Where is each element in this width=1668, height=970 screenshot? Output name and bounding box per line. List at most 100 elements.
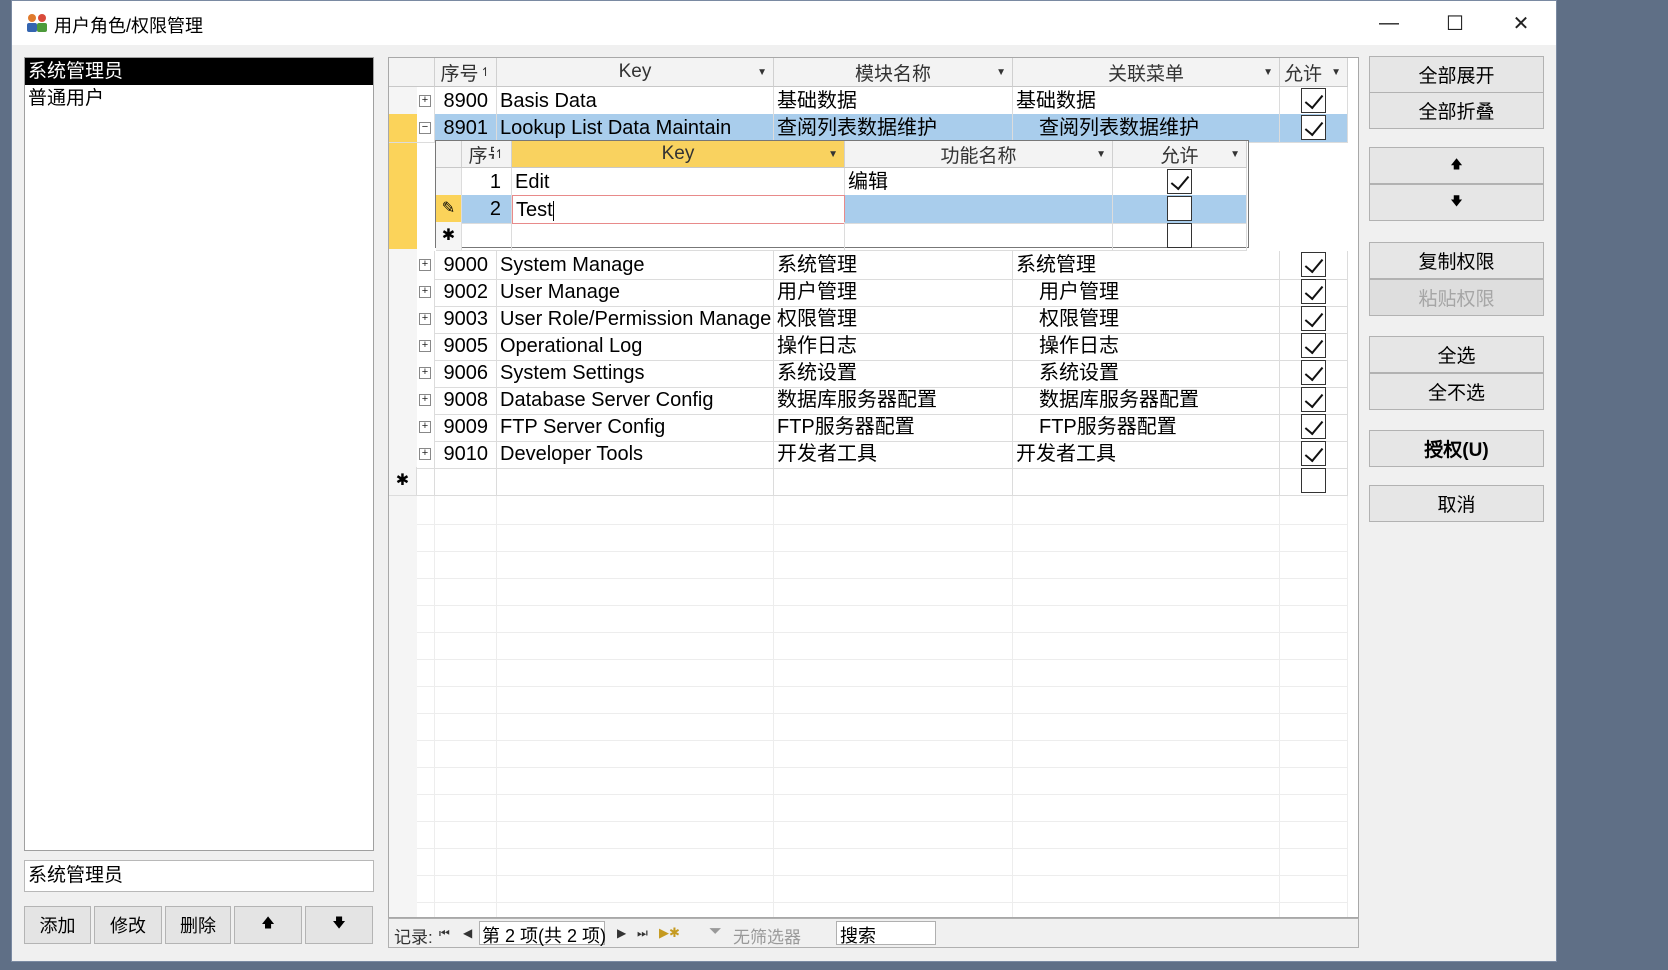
cell-key[interactable]: Lookup List Data Maintain — [497, 114, 774, 143]
cell-seq[interactable]: 9009 — [435, 413, 497, 442]
cell-seq[interactable]: 9006 — [435, 359, 497, 388]
row-selector[interactable] — [389, 114, 417, 143]
sub-cell-seq[interactable]: 1 — [462, 168, 512, 197]
cell-module[interactable]: 系统设置 — [774, 359, 1013, 388]
prev-record-icon[interactable]: ◀ — [463, 926, 472, 940]
sub-header-func[interactable]: 功能名称 ▼ — [845, 141, 1113, 168]
search-input[interactable]: 搜索 — [836, 921, 936, 946]
dropdown-arrow-icon[interactable]: ▼ — [1263, 67, 1273, 78]
move-down-button[interactable]: 🡇 — [1369, 184, 1544, 221]
add-role-button[interactable]: 添加 — [24, 906, 91, 944]
cell-menu[interactable]: 操作日志 — [1013, 332, 1280, 361]
cell-key[interactable]: System Manage — [497, 251, 774, 280]
empty-cell[interactable] — [417, 467, 435, 496]
move-role-down-button[interactable]: 🡇 — [305, 906, 373, 944]
cell-module[interactable]: 系统管理 — [774, 251, 1013, 280]
allow-checkbox[interactable] — [1301, 333, 1326, 358]
row-selector[interactable] — [389, 251, 417, 280]
expand-icon[interactable]: + — [419, 340, 431, 352]
cell-key[interactable]: User Role/Permission Manage — [497, 305, 774, 334]
header-allow[interactable]: 允许 ▼ — [1280, 58, 1348, 87]
dropdown-arrow-icon[interactable]: ▼ — [1096, 149, 1106, 160]
cell-menu[interactable]: 系统管理 — [1013, 251, 1280, 280]
cell-key[interactable]: User Manage — [497, 278, 774, 307]
header-seq[interactable]: 序号 ↿ — [435, 58, 497, 87]
expand-all-button[interactable]: 全部展开 — [1369, 56, 1544, 93]
cell-module[interactable]: FTP服务器配置 — [774, 413, 1013, 442]
cell-seq[interactable]: 9008 — [435, 386, 497, 415]
allow-checkbox[interactable] — [1301, 387, 1326, 412]
cell-key[interactable]: Developer Tools — [497, 440, 774, 469]
select-all-button[interactable]: 全选 — [1369, 336, 1544, 373]
allow-checkbox[interactable] — [1167, 196, 1192, 221]
role-item-admin[interactable]: 系统管理员 — [25, 58, 373, 85]
header-key[interactable]: Key ▼ — [497, 58, 774, 87]
expand-icon[interactable]: + — [419, 367, 431, 379]
table-row[interactable]: +9002 User Manage 用户管理 用户管理 — [389, 278, 1351, 307]
first-record-icon[interactable]: ⏮ — [439, 926, 450, 941]
sub-header-key[interactable]: Key ▼ — [512, 141, 845, 168]
row-selector[interactable] — [389, 359, 417, 388]
cell-menu[interactable]: FTP服务器配置 — [1013, 413, 1280, 442]
last-record-icon[interactable]: ⏭ — [637, 926, 648, 941]
select-none-button[interactable]: 全不选 — [1369, 373, 1544, 410]
cell-menu[interactable]: 查阅列表数据维护 — [1013, 114, 1280, 143]
expand-icon[interactable]: + — [419, 259, 431, 271]
dropdown-arrow-icon[interactable]: ▼ — [757, 67, 767, 78]
cell-module[interactable]: 基础数据 — [774, 87, 1013, 116]
dropdown-arrow-icon[interactable]: ▼ — [1331, 67, 1341, 78]
sub-row-selector[interactable] — [436, 168, 462, 197]
row-selector[interactable] — [389, 332, 417, 361]
cell-seq[interactable]: 9003 — [435, 305, 497, 334]
filter-status[interactable]: 无筛选器 — [733, 923, 801, 948]
row-selector[interactable] — [389, 386, 417, 415]
expand-icon[interactable]: + — [419, 394, 431, 406]
cell-module[interactable]: 操作日志 — [774, 332, 1013, 361]
cell-menu[interactable]: 权限管理 — [1013, 305, 1280, 334]
collapse-icon[interactable]: − — [419, 122, 431, 134]
cell-key[interactable]: System Settings — [497, 359, 774, 388]
sub-cell-seq[interactable]: 2 — [462, 195, 512, 224]
sub-header-seq[interactable]: 序号↿ — [462, 141, 512, 168]
empty-cell[interactable] — [497, 467, 774, 496]
cell-menu[interactable]: 基础数据 — [1013, 87, 1280, 116]
permission-grid[interactable]: 序号 ↿ Key ▼ 模块名称 ▼ 关联菜单 ▼ 允许 ▼ +8900 Basis Data… — [388, 57, 1359, 918]
table-row[interactable]: +9005 Operational Log 操作日志 操作日志 — [389, 332, 1351, 361]
cell-key[interactable]: Basis Data — [497, 87, 774, 116]
close-button[interactable]: ✕ — [1488, 1, 1554, 45]
allow-checkbox[interactable] — [1301, 468, 1326, 493]
allow-checkbox[interactable] — [1301, 279, 1326, 304]
move-up-button[interactable]: 🡅 — [1369, 147, 1544, 184]
row-selector[interactable] — [389, 87, 417, 116]
delete-role-button[interactable]: 删除 — [165, 906, 231, 944]
allow-checkbox[interactable] — [1167, 169, 1192, 194]
cell-module[interactable]: 用户管理 — [774, 278, 1013, 307]
cell-seq[interactable]: 8900 — [435, 87, 497, 116]
allow-checkbox[interactable] — [1301, 115, 1326, 140]
row-selector[interactable] — [389, 440, 417, 469]
paste-permission-button[interactable]: 粘贴权限 — [1369, 279, 1544, 316]
sub-cell-key-editor[interactable]: Test — [512, 195, 845, 224]
copy-permission-button[interactable]: 复制权限 — [1369, 242, 1544, 279]
cell-module[interactable]: 数据库服务器配置 — [774, 386, 1013, 415]
header-menu[interactable]: 关联菜单 ▼ — [1013, 58, 1280, 87]
dropdown-arrow-icon[interactable]: ▼ — [996, 67, 1006, 78]
table-row[interactable]: +8900 Basis Data 基础数据 基础数据 — [389, 87, 1351, 116]
allow-checkbox[interactable] — [1301, 414, 1326, 439]
cell-key[interactable]: Database Server Config — [497, 386, 774, 415]
role-name-field[interactable]: 系统管理员 — [24, 860, 374, 892]
sub-cell-key[interactable]: Edit — [512, 168, 845, 197]
edit-role-button[interactable]: 修改 — [94, 906, 162, 944]
authorize-button[interactable]: 授权(U) — [1369, 430, 1544, 467]
sub-row-editing[interactable]: ✎ 2 Test — [436, 195, 1248, 224]
sub-new-row[interactable]: ✱ — [436, 222, 1248, 251]
table-row[interactable]: +9000 System Manage 系统管理 系统管理 — [389, 251, 1351, 280]
cell-seq[interactable]: 9000 — [435, 251, 497, 280]
table-row[interactable]: +9010 Developer Tools 开发者工具 开发者工具 — [389, 440, 1351, 469]
cell-module[interactable]: 查阅列表数据维护 — [774, 114, 1013, 143]
sub-cell-func[interactable]: 编辑 — [845, 168, 1113, 197]
expand-icon[interactable]: + — [419, 448, 431, 460]
table-row[interactable]: +9003 User Role/Permission Manage 权限管理 权限管理 — [389, 305, 1351, 334]
cell-module[interactable]: 权限管理 — [774, 305, 1013, 334]
allow-checkbox[interactable] — [1301, 88, 1326, 113]
